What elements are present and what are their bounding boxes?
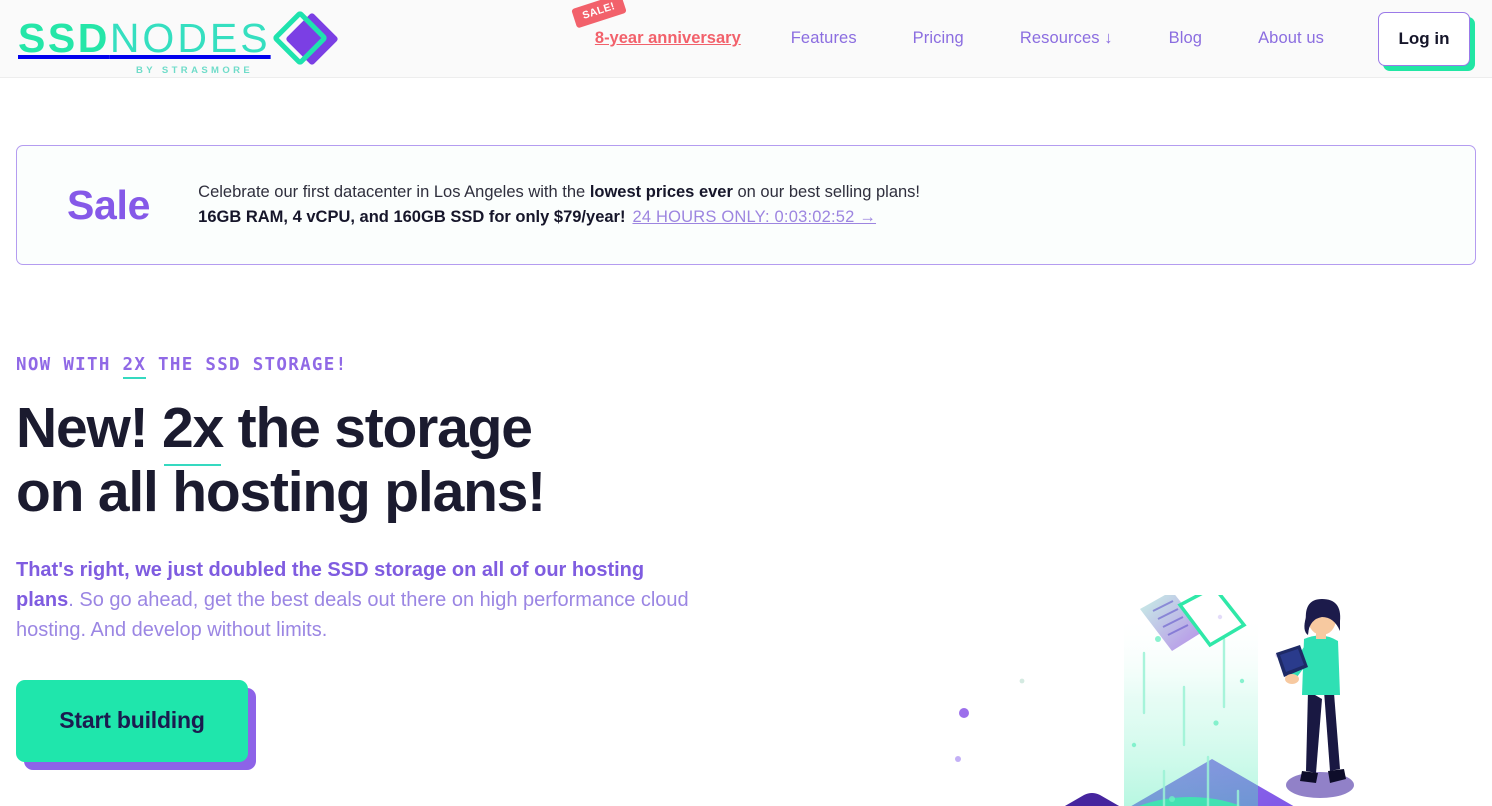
logo-wordmark: SSD NODES BY STRASMORE — [18, 15, 271, 77]
hero-eyebrow-post: THE SSD STORAGE! — [146, 355, 348, 375]
person-with-tablet — [1276, 599, 1354, 798]
hero-eyebrow-pre: NOW WITH — [16, 355, 123, 375]
login-button-wrapper: Log in — [1378, 11, 1475, 71]
sale-banner-line-1: Celebrate our first datacenter in Los An… — [198, 180, 920, 205]
hero-description-rest: . So go ahead, get the best deals out th… — [16, 589, 689, 642]
hero-description: That's right, we just doubled the SSD st… — [16, 555, 691, 646]
login-button[interactable]: Log in — [1378, 11, 1470, 66]
hero-eyebrow-highlight: 2X — [122, 355, 147, 379]
hero-headline-line2: on all hosting plans! — [16, 459, 546, 524]
nav-item-anniversary-wrapper[interactable]: SALE! 8-year anniversary — [567, 0, 763, 48]
nav-item-8-year-anniversary[interactable]: 8-year anniversary — [595, 29, 741, 47]
nav-item-features[interactable]: Features — [763, 29, 885, 48]
hero-section: NOW WITH 2X THE SSD STORAGE! New! 2x the… — [0, 265, 1492, 806]
logo-diamond-icon — [271, 9, 339, 68]
start-building-button[interactable]: Start building — [16, 679, 248, 762]
sale-banner-text: Celebrate our first datacenter in Los An… — [198, 180, 920, 230]
hero-cta-wrapper: Start building — [16, 679, 256, 770]
sale-banner-wrapper: Sale Celebrate our first datacenter in L… — [0, 78, 1492, 265]
logo-text-nodes: NODES — [109, 15, 271, 61]
sale-banner-line1-pre: Celebrate our first datacenter in Los An… — [198, 182, 590, 201]
sale-banner[interactable]: Sale Celebrate our first datacenter in L… — [16, 145, 1476, 265]
nav-links: SALE! 8-year anniversary Features Pricin… — [567, 0, 1475, 77]
hero-headline-line1-post: the storage — [223, 396, 533, 460]
nav-item-blog[interactable]: Blog — [1141, 29, 1230, 48]
nav-item-about-us[interactable]: About us — [1230, 29, 1352, 48]
hero-copy: NOW WITH 2X THE SSD STORAGE! New! 2x the… — [16, 325, 736, 770]
sale-badge: SALE! — [571, 0, 627, 29]
nav-item-pricing[interactable]: Pricing — [885, 29, 992, 48]
sale-banner-line-2: 16GB RAM, 4 vCPU, and 160GB SSD for only… — [198, 205, 920, 230]
sale-banner-line1-post: on our best selling plans! — [732, 182, 921, 201]
logo-byline: BY STRASMORE — [136, 65, 254, 76]
light-beam — [1124, 615, 1258, 806]
hero-headline-line1-pre: New! — [16, 396, 163, 460]
hero-illustration — [872, 595, 1492, 806]
hero-headline-highlight: 2x — [162, 396, 224, 460]
nav-item-resources[interactable]: Resources ↓ — [992, 29, 1141, 48]
site-logo[interactable]: SSD NODES BY STRASMORE — [18, 9, 339, 77]
isometric-server-illustration — [955, 595, 1354, 806]
sale-banner-title: Sale — [67, 181, 151, 228]
sale-banner-countdown-link[interactable]: 24 HOURS ONLY: 0:03:02:52 → — [632, 208, 876, 226]
hero-headline: New! 2x the storage on all hosting plans… — [16, 396, 736, 525]
logo-text-ssd: SSD — [18, 15, 110, 61]
hero-eyebrow: NOW WITH 2X THE SSD STORAGE! — [16, 355, 736, 379]
sale-banner-line1-bold: lowest prices ever — [589, 182, 733, 201]
top-navigation-bar: SSD NODES BY STRASMORE SALE! 8-year anni… — [0, 0, 1492, 78]
sale-banner-offer: 16GB RAM, 4 vCPU, and 160GB SSD for only… — [198, 208, 626, 226]
